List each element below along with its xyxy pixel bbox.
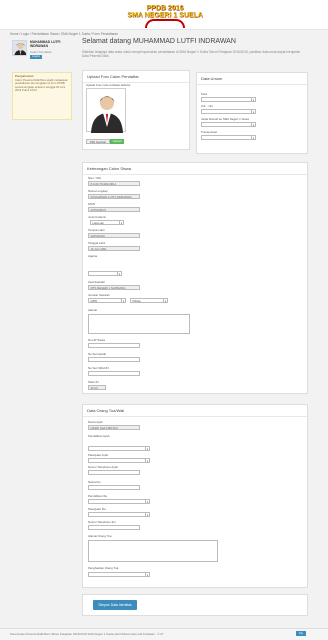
field-label: Pekerjaan Ibu: [88, 507, 106, 511]
cita-select[interactable]: ▾: [201, 109, 256, 114]
avatar: [12, 40, 27, 56]
save-button[interactable]: Simpan Data Identitas: [93, 600, 137, 610]
jarak-select[interactable]: ▾: [201, 122, 256, 127]
logo-arc-icon: [145, 19, 185, 28]
data-umum-title: Data Umum: [197, 73, 307, 85]
field-label: Agama: [88, 254, 98, 258]
field-label: No Seri Ijazah: [88, 352, 107, 356]
chevron-down-icon: ▾: [145, 573, 149, 577]
alamat-textarea[interactable]: [88, 314, 190, 334]
scroll-top-button[interactable]: Top: [296, 631, 306, 636]
transportasi-select[interactable]: ▾: [201, 135, 256, 140]
agama-select[interactable]: ▾: [88, 271, 122, 276]
breadcrumb: Home / Login / Pendaftaran Siswa / SMA N…: [10, 32, 119, 36]
tanggal-lahir-input[interactable]: 16 Juni 1991: [88, 246, 140, 251]
field-label: Nama Lengkap: [88, 189, 108, 193]
chevron-down-icon: ▾: [145, 447, 149, 451]
pekerjaan-ibu-select[interactable]: ▾: [88, 512, 150, 517]
ijazah-input[interactable]: [88, 357, 140, 362]
field-label: Penghasilan Orang Tua: [88, 566, 119, 570]
field-label: NISN: [88, 202, 95, 206]
nik-input[interactable]: 0075106672: [88, 207, 140, 212]
field-label: Asal Sekolah: [88, 280, 105, 284]
jenis-kelamin-value: Laki-Laki: [92, 221, 104, 225]
chevron-down-icon: ▾: [251, 123, 255, 127]
field-label: Pendidikan Ayah: [88, 434, 110, 438]
keterangan-title: Keterangan Calon Siswa: [83, 163, 307, 175]
logo-subtitle: SMA NEGERI 1 SUELA: [127, 12, 203, 19]
notice-text: Calon Peserta Didik Baru wajib melakukan…: [15, 77, 68, 93]
profile-role: Calon Pendaftar: [30, 50, 52, 54]
field-label: Tanggal Lahir: [88, 241, 106, 245]
chevron-down-icon: ▾: [251, 110, 255, 114]
chevron-down-icon: ▾: [145, 459, 149, 463]
field-label: Nama Ibu: [88, 480, 101, 484]
field-label: Tempat Lahir: [88, 228, 105, 232]
nama-input[interactable]: MUHAMMAD LUTFI INDRAWAN: [88, 194, 140, 199]
field-label: Pekerjaan Ayah: [88, 453, 109, 457]
chevron-down-icon: ▾: [121, 299, 125, 303]
jenis-kelamin-select[interactable]: Laki-Laki ▾: [90, 220, 124, 225]
logout-button[interactable]: Logout: [30, 55, 42, 59]
field-label: Kota: [201, 92, 207, 96]
chevron-down-icon: ▾: [163, 299, 167, 303]
chevron-down-icon: ▾: [117, 272, 121, 276]
field-label: Nomor Telephone Ayah: [88, 465, 118, 469]
field-label: Nama Ayah: [88, 420, 103, 424]
upload-button[interactable]: Upload: [110, 139, 124, 144]
field-label: Transportasi: [201, 130, 217, 134]
kota-select[interactable]: ▾: [201, 97, 256, 102]
tempat-lahir-input[interactable]: SAPINANG: [88, 233, 140, 238]
jurusan-select-2[interactable]: Pilihan ▾: [130, 298, 168, 303]
field-label: Nilai UN: [88, 380, 99, 384]
jurusan-2-value: Pilihan: [132, 299, 141, 303]
field-label: Alamat: [88, 308, 97, 312]
field-label: No Seri SKHUN: [88, 366, 109, 370]
chevron-down-icon: ▾: [119, 221, 123, 225]
pekerjaan-ayah-select[interactable]: ▾: [88, 458, 150, 463]
telepon-ayah-input[interactable]: [88, 470, 140, 475]
nisn-input[interactable]: 8-0-00-76-999-099-1: [88, 181, 140, 186]
photo-preview: [86, 88, 126, 133]
field-label: Jurusan Sekolah: [88, 293, 110, 297]
page-title: Selamat datang MUHAMMAD LUTFI INDRAWAN: [82, 38, 236, 45]
field-label: Pendidikan Ibu: [88, 494, 108, 498]
chevron-down-icon: ▾: [145, 500, 149, 504]
upload-panel-title: Upload Foto Calon Pendaftar: [83, 71, 189, 83]
welcome-description: Silahkan lengkapi data anda untuk menyem…: [82, 50, 301, 58]
field-label: Jenis Kelamin: [88, 215, 106, 219]
asal-sekolah-input[interactable]: MTS NEGERI 1 SAPINANG: [88, 285, 140, 290]
logo-title: PPDB 2016: [146, 5, 184, 12]
notice-box: Pengumuman Calon Peserta Didik Baru waji…: [12, 72, 72, 120]
profile-name: MUHAMMAD LUTFI INDRAWAN: [30, 40, 61, 48]
penghasilan-select[interactable]: ▾: [88, 572, 150, 577]
upload-hint: Upload Foto (size terbatas dahulu): [86, 83, 131, 87]
nilai-input[interactable]: 30.00: [88, 385, 106, 390]
field-label: Alamat Orang Tua: [88, 534, 112, 538]
choose-file-button[interactable]: Pilih Gambar: [86, 139, 110, 144]
field-label: Nomor Telephone Ibu: [88, 520, 116, 524]
hp-input[interactable]: [88, 343, 140, 348]
chevron-down-icon: ▾: [251, 136, 255, 140]
field-label: Cik... cilo: [201, 104, 213, 108]
skhun-input[interactable]: [88, 371, 140, 376]
field-label: Jarak Rumah ke SMA Negeri 1 Suela: [201, 117, 249, 121]
alamat-ortu-textarea[interactable]: [88, 540, 218, 562]
telepon-ibu-input[interactable]: [88, 525, 140, 530]
pendidikan-ayah-select[interactable]: ▾: [88, 446, 150, 451]
field-label: No HP Siswa: [88, 338, 105, 342]
ortu-title: Data Orang Tua/Wali: [83, 405, 307, 417]
nama-ibu-input[interactable]: [88, 485, 140, 490]
jurusan-select-1[interactable]: MIPA ▾: [88, 298, 126, 303]
pendidikan-ibu-select[interactable]: ▾: [88, 499, 150, 504]
footer-text: Penerimaan Peserta Didik Baru Tahun Pela…: [10, 632, 164, 636]
chevron-down-icon: ▾: [145, 513, 149, 517]
chevron-down-icon: ▾: [251, 98, 255, 102]
nama-ayah-input[interactable]: NASRI SAAJ BINTAN: [88, 425, 140, 430]
jurusan-1-value: MIPA: [90, 299, 98, 303]
field-label: Nisn / NIK: [88, 176, 102, 180]
